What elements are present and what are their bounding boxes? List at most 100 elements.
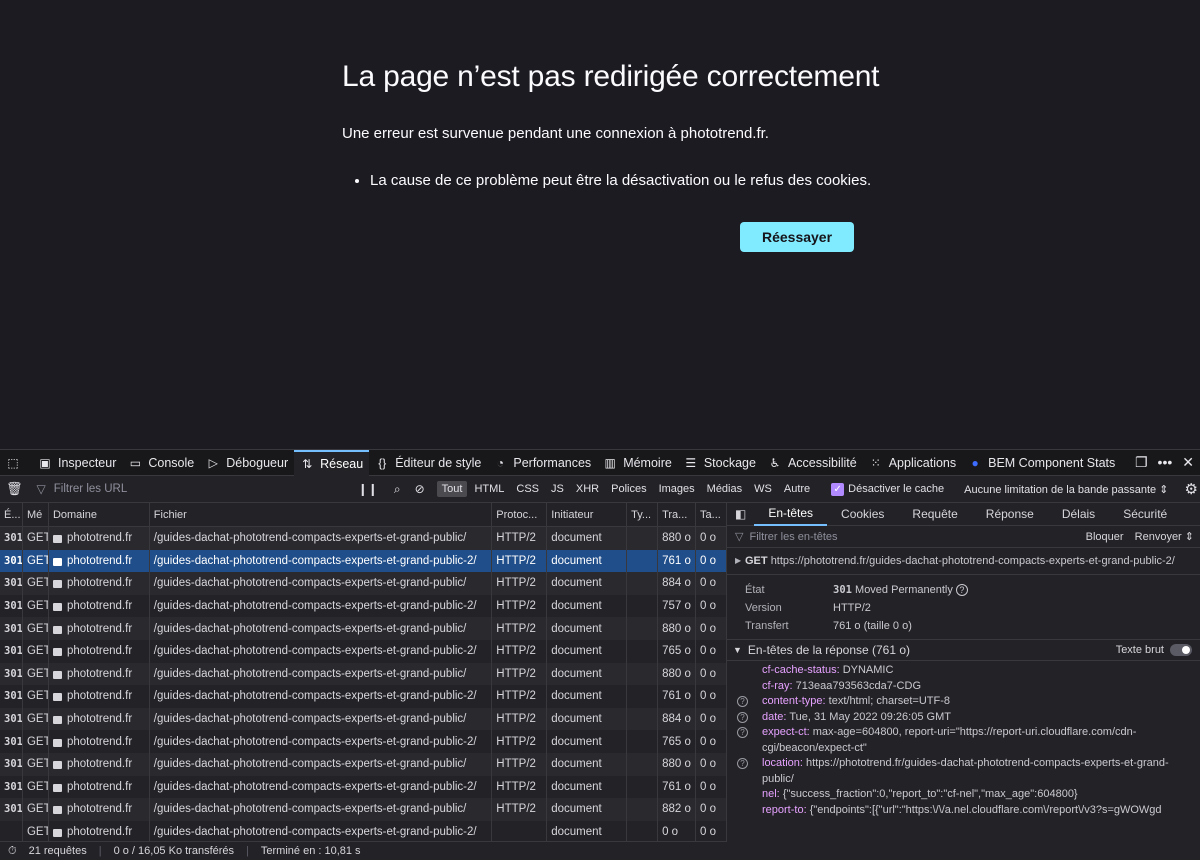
tab-headers[interactable]: En-têtes	[754, 503, 828, 526]
tab-console[interactable]: ▭ Console	[122, 450, 200, 476]
help-icon[interactable]: ?	[737, 758, 748, 769]
requests-count: 21 requêtes	[28, 845, 87, 857]
table-row[interactable]: 301 GET phototrend.fr/guides-dachat-photot…	[0, 775, 726, 799]
table-row[interactable]: 301 GET phototrend.fr/guides-dachat-photot…	[0, 617, 726, 640]
tab-request[interactable]: Requête	[898, 503, 971, 526]
throttling-select[interactable]: Aucune limitation de la bande passante ⇕	[964, 483, 1168, 496]
response-header-item[interactable]: nel: {"success_fraction":0,"report_to":"…	[727, 787, 1200, 803]
raw-headers-toggle[interactable]	[1170, 644, 1192, 656]
response-header-item[interactable]: ? expect-ct: max-age=604800, report-uri="…	[727, 725, 1200, 756]
tab-inspector[interactable]: ▣ Inspecteur	[32, 450, 122, 476]
retry-button[interactable]: Réessayer	[740, 222, 854, 252]
col-file[interactable]: Fichier	[150, 503, 493, 526]
filter-xhr[interactable]: XHR	[571, 481, 604, 497]
tab-timings[interactable]: Délais	[1048, 503, 1109, 526]
response-header-item[interactable]: ? date: Tue, 31 May 2022 09:26:05 GMT	[727, 710, 1200, 726]
inspector-icon: ▣	[39, 455, 51, 470]
resend-button[interactable]: Renvoyer ⇕	[1135, 531, 1194, 543]
cell-initiator: document	[547, 752, 628, 776]
disable-cache-checkbox[interactable]: ✓	[831, 482, 845, 496]
tab-debugger[interactable]: ▷ Débogueur	[200, 450, 294, 476]
col-size[interactable]: Ta...	[696, 503, 726, 526]
cell-size: 0 o	[700, 713, 717, 726]
style-editor-icon: {}	[378, 455, 387, 470]
element-picker-icon[interactable]: ⬚	[0, 450, 32, 476]
table-row[interactable]: 301 GET phototrend.fr/guides-dachat-photot…	[0, 798, 726, 821]
network-icon: ⇅	[302, 456, 313, 471]
table-row[interactable]: 301 GET phototrend.fr/guides-dachat-photot…	[0, 572, 726, 595]
response-header-item[interactable]: cf-cache-status: DYNAMIC	[727, 663, 1200, 679]
col-method[interactable]: Mé	[23, 503, 49, 526]
filter-html[interactable]: HTML	[469, 481, 509, 497]
headers-filter-input[interactable]: Filtrer les en-têtes	[749, 531, 837, 543]
block-button[interactable]: Bloquer	[1086, 531, 1124, 543]
tab-bem-component-stats[interactable]: ● BEM Component Stats	[962, 450, 1121, 476]
tab-accessibility[interactable]: ♿ Accessibilité	[762, 450, 863, 476]
dock-side-icon[interactable]: ❐	[1135, 454, 1148, 471]
col-transferred[interactable]: Tra...	[658, 503, 697, 526]
tab-network[interactable]: ⇅ Réseau	[294, 449, 370, 476]
col-domain[interactable]: Domaine	[49, 503, 150, 526]
table-row[interactable]: 301 GET phototrend.fr/guides-dachat-photot…	[0, 707, 726, 731]
tab-response[interactable]: Réponse	[972, 503, 1048, 526]
response-header-item[interactable]: report-to: {"endpoints":[{"url":"https:\…	[727, 803, 1200, 819]
table-row[interactable]: 301 GET phototrend.fr/guides-dachat-photot…	[0, 730, 726, 753]
search-icon[interactable]: ⌕	[394, 482, 401, 497]
table-row[interactable]: GET phototrend.fr/guides-dachat-phototren…	[0, 820, 726, 844]
tab-style-editor[interactable]: {} Éditeur de style	[369, 450, 487, 476]
filter-all[interactable]: Tout	[436, 481, 468, 497]
more-options-icon[interactable]: •••	[1158, 454, 1173, 471]
cell-size: 0 o	[700, 780, 717, 793]
tab-memory[interactable]: ▥ Mémoire	[597, 450, 678, 476]
table-row[interactable]: 301 GET phototrend.fr/guides-dachat-photot…	[0, 527, 726, 550]
col-initiator[interactable]: Initiateur	[547, 503, 628, 526]
tab-security[interactable]: Sécurité	[1109, 503, 1181, 526]
header-value: DYNAMIC	[842, 664, 894, 676]
disable-cache-label: Désactiver le cache	[848, 483, 945, 495]
table-row[interactable]: 301 GET phototrend.fr/guides-dachat-photot…	[0, 685, 726, 708]
block-icon[interactable]: ⊘	[415, 482, 425, 496]
sidebar-toggle-icon[interactable]: ◧	[727, 503, 754, 526]
filter-fonts[interactable]: Polices	[606, 481, 651, 497]
pause-icon[interactable]: ❙❙	[358, 482, 378, 496]
filter-css[interactable]: CSS	[511, 481, 544, 497]
response-headers-section[interactable]: ▼ En-têtes de la réponse (761 o) Texte b…	[727, 639, 1200, 661]
filter-js[interactable]: JS	[546, 481, 569, 497]
request-summary[interactable]: ▶ GET https://phototrend.fr/guides-dacha…	[727, 548, 1200, 568]
timer-icon[interactable]: ⏱	[8, 845, 17, 858]
details-tabs: ◧ En-têtes Cookies Requête Réponse Délai…	[727, 503, 1200, 526]
response-header-item[interactable]: ? location: https://phototrend.fr/guides-…	[727, 756, 1200, 787]
help-icon[interactable]: ?	[737, 727, 748, 738]
trash-icon[interactable]: 🗑	[6, 481, 23, 497]
col-type[interactable]: Ty...	[627, 503, 659, 526]
table-row[interactable]: 301 GET phototrend.fr/guides-dachat-photot…	[0, 549, 726, 573]
help-icon[interactable]: ?	[955, 584, 968, 596]
close-icon[interactable]: ✕	[1182, 454, 1194, 471]
filter-other[interactable]: Autre	[779, 481, 815, 497]
tab-storage[interactable]: ☰ Stockage	[678, 450, 762, 476]
settings-gear-icon[interactable]: ⚙	[1184, 480, 1197, 498]
help-icon[interactable]: ?	[737, 696, 748, 707]
header-name: date:	[762, 710, 787, 723]
filter-media[interactable]: Médias	[702, 481, 747, 497]
cell-type	[627, 730, 659, 753]
cell-protocol: HTTP/2	[492, 752, 548, 776]
col-status[interactable]: É...	[0, 503, 23, 526]
help-icon[interactable]: ?	[737, 711, 748, 723]
table-row[interactable]: 301 GET phototrend.fr/guides-dachat-photot…	[0, 752, 726, 776]
filter-ws[interactable]: WS	[749, 481, 777, 497]
tab-cookies[interactable]: Cookies	[827, 503, 898, 526]
cell-transferred: 757 o	[658, 594, 697, 618]
devtools-tabbar: ⬚ ▣ Inspecteur ▭ Console ▷ Débogueur ⇅ Résea…	[0, 449, 1200, 476]
table-row[interactable]: 301 GET phototrend.fr/guides-dachat-photot…	[0, 662, 726, 686]
response-header-item[interactable]: cf-ray: 713eaa793563cda7-CDG	[727, 679, 1200, 695]
filter-images[interactable]: Images	[654, 481, 700, 497]
col-protocol[interactable]: Protoc...	[492, 503, 548, 526]
url-filter-input[interactable]: Filtrer les URL	[54, 483, 354, 495]
tab-performance[interactable]: ◔ Performances	[487, 450, 597, 476]
table-row[interactable]: 301 GET phototrend.fr/guides-dachat-photot…	[0, 594, 726, 618]
transfer-value: 761 o (taille 0 o)	[833, 620, 912, 632]
table-row[interactable]: 301 GET phototrend.fr/guides-dachat-photot…	[0, 639, 726, 663]
response-header-item[interactable]: ? content-type: text/html; charset=UTF-8	[727, 694, 1200, 710]
tab-applications[interactable]: ⁙ Applications	[863, 450, 962, 476]
